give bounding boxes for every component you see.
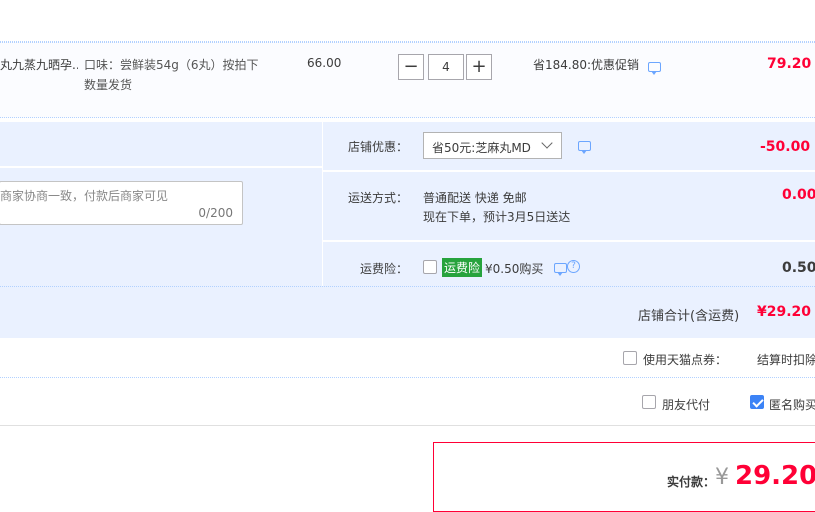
promo-chat-icon[interactable] [648, 62, 661, 75]
order-item-row: 丸九蒸九晒孕... 口味：尝鲜装54g（6丸）按拍下 数量发货 66.00 − … [0, 42, 815, 118]
quantity-decrease-button[interactable]: − [398, 54, 424, 80]
friend-pay-checkbox[interactable] [642, 395, 656, 409]
item-spec-line1: 口味：尝鲜装54g（6丸）按拍下 [84, 58, 259, 72]
item-title[interactable]: 丸九蒸九晒孕... [0, 56, 78, 73]
friend-pay-label: 朋友代付 [662, 398, 711, 412]
discount-amount: -50.00 [760, 139, 811, 155]
shop-summary-block: 商家协商一致，付款后商家可见 0/200 店铺优惠： 省50元:芝麻丸MD -5… [0, 122, 815, 338]
row-separator-2 [322, 240, 815, 242]
item-subtotal: 79.20 [767, 56, 812, 72]
unit-price: 66.00 [307, 56, 342, 70]
tmall-points-label: 使用天猫点券： [643, 353, 728, 367]
discount-chat-icon[interactable] [578, 141, 591, 154]
column-separator [322, 122, 323, 286]
anonymous-label: 匿名购买 [769, 398, 815, 412]
insurance-tag: 运费险 [442, 258, 483, 277]
message-counter: 0/200 [198, 206, 233, 220]
shipping-eta: 现在下单，预计3月5日送达 [423, 210, 571, 224]
tmall-points-checkbox[interactable] [623, 351, 637, 365]
message-textarea[interactable]: 商家协商一致，付款后商家可见 0/200 [0, 181, 243, 225]
promo-text: 省184.80:优惠促销 [533, 58, 640, 72]
checkout-deduct-text: 结算时扣除 [757, 353, 815, 367]
quantity-input[interactable]: 4 [428, 54, 464, 80]
insurance-price: ¥0.50购买 [485, 262, 544, 276]
quantity-increase-button[interactable]: + [466, 54, 492, 80]
options-bottom-divider [0, 425, 815, 426]
shipping-amount: 0.00 [782, 187, 815, 203]
message-placeholder: 商家协商一致，付款后商家可见 [0, 189, 169, 203]
discount-select[interactable]: 省50元:芝麻丸MD [423, 132, 562, 159]
shop-total-label: 店铺合计(含运费) [638, 309, 740, 324]
payment-currency: ¥ [715, 465, 729, 490]
payment-label: 实付款： [667, 475, 716, 489]
chevron-down-icon [541, 137, 553, 149]
insurance-label: 运费险： [360, 262, 409, 276]
total-divider [0, 286, 815, 287]
help-icon[interactable]: ? [567, 260, 580, 273]
item-spec-line2: 数量发货 [84, 78, 133, 92]
options-divider [0, 377, 815, 378]
shop-total-value: ¥29.20 [757, 304, 812, 320]
insurance-checkbox[interactable] [423, 260, 437, 274]
discount-label: 店铺优惠： [348, 140, 409, 154]
payment-amount: 29.20 [735, 461, 815, 491]
insurance-chat-icon[interactable] [554, 263, 567, 276]
left-separator [0, 166, 322, 168]
discount-select-value: 省50元:芝麻丸MD [432, 141, 531, 155]
insurance-amount: 0.50 [782, 260, 815, 276]
anonymous-checkbox[interactable] [750, 395, 764, 409]
shipping-label: 运送方式： [348, 191, 409, 205]
shipping-method: 普通配送 快递 免邮 [423, 191, 527, 205]
payment-box: 实付款： ¥ 29.20 [433, 442, 815, 512]
row-separator [322, 170, 815, 172]
